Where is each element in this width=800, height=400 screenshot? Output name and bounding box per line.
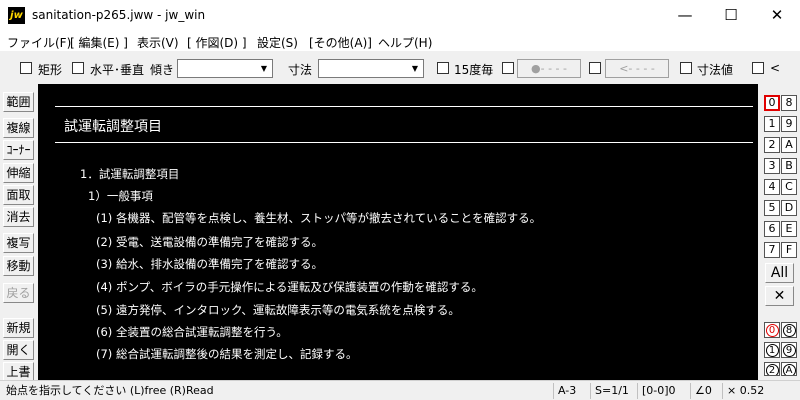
tool-delete[interactable]: 消去 [3,207,34,227]
layer-all-button[interactable]: All [765,263,794,283]
heading-top-line [55,106,753,107]
text-line: (2) 受電、送電設備の準備完了を確認する。 [96,235,323,249]
tilt-combo[interactable]: ▼ [177,59,273,78]
chevron-down-icon: ▼ [411,64,419,73]
layer-button[interactable]: 5 [764,200,780,216]
status-zoom[interactable]: × 0.52 [722,383,764,399]
layer-button[interactable]: A [781,137,797,153]
layer-button[interactable]: 6 [764,221,780,237]
dimval-checkbox[interactable] [680,62,692,74]
deg15-label: 15度毎 [454,63,494,77]
layer-button[interactable]: 2 [764,137,780,153]
tool-corner[interactable]: ｺｰﾅｰ [3,140,34,160]
drawing-canvas[interactable]: 試運転調整項目 1．試運転調整項目 1）一般事項 (1) 各機器、配管等を点検し… [38,84,758,380]
layer-group-button[interactable]: 1 [764,342,780,358]
arrow-line-button[interactable]: <- - - - [605,59,669,78]
point-line-button[interactable]: ●- - - - [517,59,581,78]
canvas-heading: 試運転調整項目 [64,119,162,135]
dimval-label: 寸法値 [697,63,734,77]
last-label: < [770,61,781,75]
text-line: 1）一般事項 [88,189,153,203]
layer-button[interactable]: D [781,200,797,216]
layer-button[interactable]: 4 [764,179,780,195]
menu-view[interactable]: 表示(V) [137,34,179,51]
tool-save[interactable]: 上書 [3,362,34,382]
minimize-button[interactable]: — [662,0,708,31]
layer-button[interactable]: E [781,221,797,237]
text-line: (6) 全装置の総合試運転調整を行う。 [96,325,288,339]
layer-button[interactable]: C [781,179,797,195]
text-line: (3) 給水、排水設備の準備完了を確認する。 [96,257,323,271]
layer-group-button[interactable]: 9 [781,342,797,358]
window-title: sanitation-p265.jww - jw_win [32,8,206,22]
btn2-checkbox[interactable] [589,62,601,74]
text-line: (1) 各機器、配管等を点検し、養生材、ストッパ等が撤去されていることを確認する… [96,211,542,225]
title-bar: jw sanitation-p265.jww - jw_win — ☐ ✕ [0,0,800,31]
tool-open[interactable]: 開く [3,340,34,360]
btn1-checkbox[interactable] [502,62,514,74]
layer-button[interactable]: 1 [764,116,780,132]
menu-edit[interactable]: [ 編集(E) ] [70,34,128,51]
layer-button[interactable]: 8 [781,95,797,111]
chevron-down-icon: ▼ [260,64,268,73]
menu-bar: ファイル(F) [ 編集(E) ] 表示(V) [ 作図(D) ] 設定(S) … [0,31,800,51]
tool-range[interactable]: 範囲 [3,92,34,112]
layer-group-button[interactable]: 2 [764,362,780,376]
tool-undo[interactable]: 戻る [3,283,34,303]
layer-group-button[interactable]: 8 [781,322,797,338]
tool-move[interactable]: 移動 [3,256,34,276]
rect-label: 矩形 [38,63,63,77]
status-scale[interactable]: S=1/1 [590,383,629,399]
menu-help[interactable]: ヘルプ(H) [378,34,432,51]
dim-label: 寸法 [288,63,313,77]
last-checkbox[interactable] [752,62,764,74]
status-paper[interactable]: A-3 [553,383,576,399]
dim-combo[interactable]: ▼ [318,59,424,78]
status-bar: 始点を指示してください (L)free (R)Read A-3 S=1/1 [0… [0,380,800,400]
rect-checkbox[interactable] [20,62,32,74]
menu-draw[interactable]: [ 作図(D) ] [187,34,247,51]
tool-copy[interactable]: 複写 [3,233,34,253]
text-line: (7) 総合試運転調整後の結果を測定し、記録する。 [96,347,358,361]
toolbar: 矩形 水平･垂直 傾き ▼ 寸法 ▼ 15度毎 ●- - - - <- - - … [0,54,800,81]
layer-button[interactable]: 7 [764,242,780,258]
status-angle[interactable]: ∠0 [690,383,712,399]
maximize-button[interactable]: ☐ [708,0,754,31]
layer-x-button[interactable]: ✕ [765,286,794,306]
heading-bottom-line [55,142,753,143]
hv-checkbox[interactable] [72,62,84,74]
tool-offset[interactable]: 複線 [3,118,34,138]
tilt-label: 傾き [150,63,175,77]
layer-group-button[interactable]: 0 [764,322,780,338]
tool-new[interactable]: 新規 [3,318,34,338]
text-line: (5) 遠方発停、インタロック、運転故障表示等の電気系統を点検する。 [96,303,460,317]
status-layer[interactable]: [0-0]0 [637,383,676,399]
layer-button[interactable]: 3 [764,158,780,174]
menu-settings[interactable]: 設定(S) [257,34,298,51]
text-line: (4) ポンプ、ボイラの手元操作による運転及び保護装置の作動を確認する。 [96,280,483,294]
status-message: 始点を指示してください (L)free (R)Read [6,384,214,397]
menu-other[interactable]: [その他(A)] [309,34,372,51]
layer-button[interactable]: B [781,158,797,174]
app-icon: jw [8,7,25,24]
text-line: 1．試運転調整項目 [80,167,180,181]
layer-button[interactable]: 0 [764,95,780,111]
menu-file[interactable]: ファイル(F) [7,34,71,51]
layer-group-button[interactable]: A [781,362,797,376]
tool-extend[interactable]: 伸縮 [3,163,34,183]
tool-chamfer[interactable]: 面取 [3,185,34,205]
deg15-checkbox[interactable] [437,62,449,74]
layer-button[interactable]: 9 [781,116,797,132]
hv-label: 水平･垂直 [90,63,145,77]
close-button[interactable]: ✕ [754,0,800,31]
layer-button[interactable]: F [781,242,797,258]
